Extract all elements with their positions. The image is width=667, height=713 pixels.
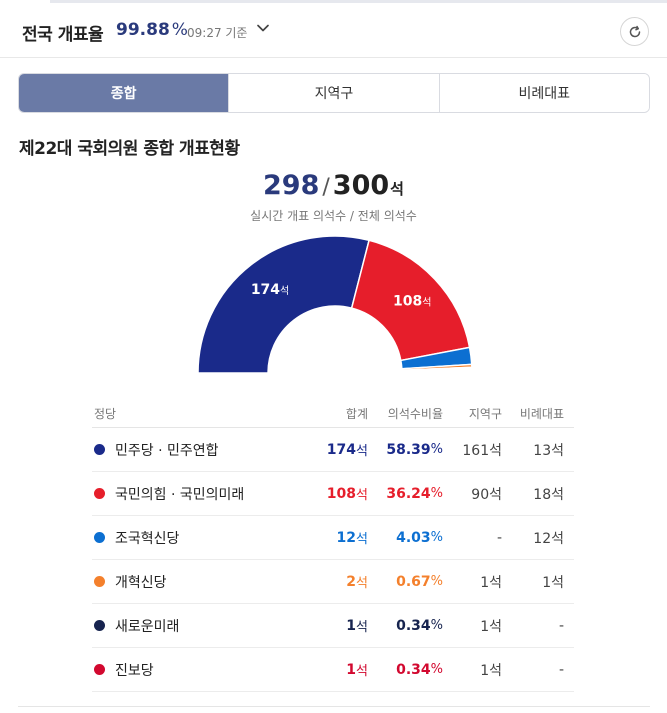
- table-header: 정당 합계 의석수비율 지역구 비례대표: [92, 400, 574, 428]
- party-seat-ratio: 36.24%: [386, 485, 443, 502]
- party-color-dot: [94, 488, 105, 499]
- party-total-seats: 12 석: [336, 529, 368, 548]
- party-seat-ratio: 0.34%: [396, 617, 443, 634]
- party-name: 진보당: [115, 662, 154, 679]
- party-seat-ratio: 0.34%: [396, 661, 443, 678]
- party-name: 민주당 · 민주연합: [115, 442, 219, 459]
- party-name: 개혁신당: [115, 574, 167, 591]
- header-total: 합계: [345, 407, 368, 421]
- tab-proportional[interactable]: 비례대표: [439, 74, 649, 112]
- party-color-dot: [94, 444, 105, 455]
- party-seat-ratio: 4.03%: [396, 529, 443, 546]
- refresh-button[interactable]: [620, 17, 649, 46]
- party-total-seats: 1석: [346, 617, 368, 636]
- party-total-seats: 108 석: [326, 485, 368, 504]
- chevron-down-icon[interactable]: [256, 21, 270, 35]
- turnout-label: 전국 개표율: [22, 25, 104, 45]
- refresh-icon: [629, 25, 640, 37]
- seat-unit: 석: [390, 180, 404, 198]
- chart-slice[interactable]: [197, 235, 370, 374]
- header-ratio: 의석수비율: [387, 407, 443, 421]
- party-cell: 민주당 · 민주연합: [92, 428, 312, 471]
- party-name: 국민의힘 · 국민의미래: [115, 486, 245, 503]
- header-bar: 전국 개표율 99.88% 09:27 기준: [0, 3, 667, 58]
- party-cell: 새로운미래: [92, 604, 312, 647]
- party-district-seats: 1석: [480, 662, 502, 679]
- section-title: 제22대 국회의원 종합 개표현황: [19, 139, 240, 159]
- party-proportional-seats: 18석: [533, 486, 564, 503]
- counted-seats: 298: [263, 170, 320, 201]
- turnout-rate[interactable]: 99.88%: [116, 20, 188, 40]
- table-row[interactable]: 진보당 1 석 0.34% 1석 -: [92, 648, 574, 692]
- tab-district[interactable]: 지역구: [229, 74, 440, 112]
- party-name: 새로운미래: [115, 618, 180, 635]
- header-district: 지역구: [468, 407, 502, 421]
- seat-slash: /: [322, 175, 330, 200]
- party-color-dot: [94, 532, 105, 543]
- update-time: 09:27 기준: [187, 26, 248, 40]
- table-row[interactable]: 민주당 · 민주연합 174 석 58.39% 161석 13석: [92, 428, 574, 472]
- party-total-seats: 2석: [346, 573, 368, 592]
- table-row[interactable]: 조국혁신당 12 석 4.03% - 12석: [92, 516, 574, 560]
- seat-half-donut-chart: 174석108석: [197, 235, 473, 374]
- party-district-seats: 1석: [480, 574, 502, 591]
- party-results-table: 정당 합계 의석수비율 지역구 비례대표 민주당 · 민주연합 174 석 58.39…: [92, 400, 574, 692]
- seat-summary: 298 / 300 석: [0, 170, 667, 201]
- party-name: 조국혁신당: [115, 530, 180, 547]
- party-proportional-seats: 13석: [533, 442, 564, 459]
- party-seat-ratio: 0.67%: [396, 573, 443, 590]
- party-total-seats: 1석: [346, 661, 368, 680]
- party-seat-ratio: 58.39%: [386, 441, 443, 458]
- total-seats: 300: [332, 170, 390, 201]
- party-proportional-seats: 12석: [533, 530, 564, 547]
- result-tabs: 종합 지역구 비례대표: [18, 73, 650, 113]
- table-row[interactable]: 개혁신당 2 석 0.67% 1석 1석: [92, 560, 574, 604]
- party-cell: 조국혁신당: [92, 516, 312, 559]
- party-color-dot: [94, 620, 105, 631]
- party-district-seats: 1석: [480, 618, 502, 635]
- table-row[interactable]: 새로운미래 1 석 0.34% 1석 -: [92, 604, 574, 648]
- party-color-dot: [94, 576, 105, 587]
- party-cell: 진보당: [92, 648, 312, 691]
- party-color-dot: [94, 664, 105, 675]
- table-row[interactable]: 국민의힘 · 국민의미래 108 석 36.24% 90석 18석: [92, 472, 574, 516]
- party-proportional-seats: -: [558, 617, 564, 634]
- party-total-seats: 174 석: [326, 441, 368, 460]
- tab-overall[interactable]: 종합: [19, 74, 230, 112]
- header-party: 정당: [94, 407, 117, 421]
- party-district-seats: 90석: [471, 486, 502, 503]
- party-district-seats: 161석: [462, 442, 502, 459]
- party-proportional-seats: 1석: [542, 574, 564, 591]
- party-cell: 개혁신당: [92, 560, 312, 603]
- party-cell: 국민의힘 · 국민의미래: [92, 472, 312, 515]
- divider: [18, 706, 650, 707]
- party-district-seats: -: [496, 529, 502, 546]
- party-proportional-seats: -: [558, 661, 564, 678]
- header-proportional: 비례대표: [519, 407, 564, 421]
